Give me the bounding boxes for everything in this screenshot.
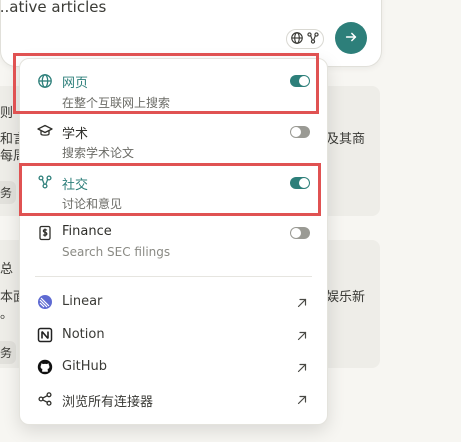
external-arrow-icon	[296, 327, 310, 341]
globe-icon	[290, 30, 304, 49]
external-arrow-icon	[296, 359, 310, 373]
browse-all-connectors-label: 浏览所有连接器	[62, 395, 154, 410]
connector-github-label: GitHub	[62, 359, 108, 374]
academic-toggle[interactable]	[290, 126, 310, 138]
external-arrow-icon	[296, 391, 310, 405]
connector-notion-label: Notion	[62, 327, 105, 342]
connector-linear-label: Linear	[62, 294, 103, 309]
graduation-cap-icon	[37, 123, 53, 139]
source-item-academic[interactable]: 学术 搜索学术论文	[20, 117, 327, 165]
highlight-web	[13, 53, 319, 114]
composer-input[interactable]: ...ative articles	[0, 0, 106, 16]
dollar-document-icon	[37, 225, 53, 241]
send-button[interactable]	[335, 22, 367, 54]
background-card-2-right-text: 娱乐新	[326, 290, 366, 305]
source-item-finance-subtitle: Search SEC filings	[62, 245, 171, 259]
connector-notion[interactable]: Notion	[20, 323, 327, 347]
social-network-icon	[306, 30, 320, 49]
arrow-right-icon	[344, 29, 358, 48]
share-nodes-icon	[37, 391, 53, 407]
linear-logo-icon	[37, 294, 53, 310]
background-card-1-right-text: 及其商	[326, 132, 366, 147]
connector-github[interactable]: GitHub	[20, 355, 327, 379]
browse-all-connectors[interactable]: 浏览所有连接器	[20, 387, 327, 411]
external-arrow-icon	[296, 294, 310, 308]
connector-linear[interactable]: Linear	[20, 290, 327, 314]
github-logo-icon	[37, 359, 53, 375]
source-item-finance-title: Finance	[62, 224, 112, 239]
background-card-2-line-1: 总	[0, 262, 14, 277]
source-item-academic-subtitle: 搜索学术论文	[62, 146, 135, 160]
finance-toggle[interactable]	[290, 227, 310, 239]
source-item-academic-title: 学术	[62, 127, 89, 142]
search-tools-button[interactable]	[286, 29, 324, 49]
background-card-2-line-3: 。	[0, 307, 14, 322]
background-card-1-pill: 务	[0, 181, 17, 204]
notion-logo-icon	[37, 327, 53, 343]
background-card-2-pill: 务	[0, 341, 17, 364]
menu-divider	[35, 276, 312, 277]
background-card-1-line-1: 则	[0, 106, 14, 121]
highlight-social	[19, 163, 321, 216]
source-item-finance[interactable]: Finance Search SEC filings	[20, 219, 327, 267]
